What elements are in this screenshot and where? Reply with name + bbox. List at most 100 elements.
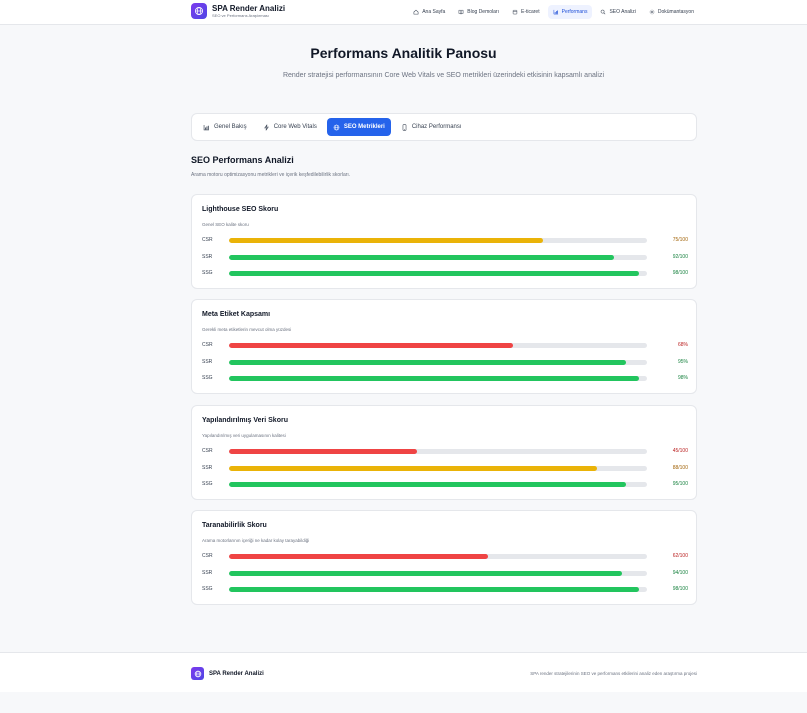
tab-core-web-vitals[interactable]: Core Web Vitals bbox=[257, 118, 323, 136]
progress-track bbox=[229, 482, 647, 487]
top-navbar: SPA Render Analizi SEO ve Performans Ara… bbox=[0, 0, 807, 25]
nav-item-performance[interactable]: Performans bbox=[547, 5, 593, 19]
metric-card: Meta Etiket Kapsamı Gerekli meta etiketle… bbox=[191, 299, 697, 394]
row-label: SSR bbox=[202, 359, 213, 365]
row-value: 75/100 bbox=[672, 237, 688, 243]
nav-item-seo[interactable]: SEO Analizi bbox=[595, 5, 640, 19]
metric-row: CSR 62/100 bbox=[202, 552, 688, 560]
search-icon bbox=[601, 9, 606, 15]
globe-icon bbox=[191, 667, 204, 680]
progress-track bbox=[229, 255, 647, 260]
metric-row: SSG 98/100 bbox=[202, 585, 688, 593]
brand-title: SPA Render Analizi bbox=[212, 3, 286, 13]
footer: SPA Render Analizi SPA render stratejile… bbox=[0, 652, 807, 692]
metric-card: Taranabilirlik Skoru Arama motorlarının i… bbox=[191, 510, 697, 605]
lightning-icon bbox=[263, 124, 269, 130]
nav-item-label: SEO Analizi bbox=[609, 9, 636, 15]
progress-track bbox=[229, 466, 647, 471]
metric-row: SSR 94/100 bbox=[202, 569, 688, 577]
metric-row: SSR 88/100 bbox=[202, 464, 688, 472]
card-title: Meta Etiket Kapsamı bbox=[202, 311, 271, 318]
card-description: Gerekli meta etiketlerin mevcut olma yüz… bbox=[202, 327, 292, 332]
section-title: SEO Performans Analizi bbox=[191, 155, 294, 165]
progress-track bbox=[229, 376, 647, 381]
progress-fill bbox=[229, 343, 514, 348]
progress-track bbox=[229, 449, 647, 454]
brand-subtitle: SEO ve Performans Araştırması bbox=[212, 12, 269, 18]
nav-item-home[interactable]: Ana Sayfa bbox=[408, 5, 450, 19]
card-description: Yapılandırılmış veri uygulamasının kalit… bbox=[202, 433, 286, 438]
section-description: Arama motoru optimizasyonu metrikleri ve… bbox=[191, 172, 351, 178]
card-title: Taranabilirlik Skoru bbox=[202, 522, 267, 529]
tab-bar: Genel Bakış Core Web Vitals SEO Metrikle… bbox=[191, 113, 697, 141]
tab-label: Genel Bakış bbox=[214, 124, 247, 130]
progress-fill bbox=[229, 449, 418, 454]
nav-item-label: Performans bbox=[561, 9, 588, 15]
metric-card: Lighthouse SEO Skoru Genel SEO kalite sko… bbox=[191, 194, 697, 289]
row-value: 88/100 bbox=[672, 465, 688, 471]
progress-track bbox=[229, 343, 647, 348]
row-label: SSG bbox=[202, 270, 213, 276]
progress-fill bbox=[229, 466, 597, 471]
row-label: SSR bbox=[202, 570, 213, 576]
bar-chart-icon bbox=[203, 124, 209, 130]
row-value: 68% bbox=[677, 342, 688, 348]
store-icon bbox=[512, 9, 518, 15]
row-value: 62/100 bbox=[672, 553, 688, 559]
nav-item-docs[interactable]: Dokümantasyon bbox=[644, 5, 699, 19]
tab-label: SEO Metrikleri bbox=[343, 124, 385, 130]
metric-row: SSG 95/100 bbox=[202, 480, 688, 488]
mobile-icon bbox=[402, 123, 407, 131]
metric-row: SSG 98% bbox=[202, 374, 688, 382]
progress-fill bbox=[229, 360, 627, 365]
progress-fill bbox=[229, 571, 622, 576]
globe-icon bbox=[191, 3, 207, 19]
main-nav: Ana Sayfa Blog Demoları E-ticaret Perfor… bbox=[408, 5, 699, 19]
progress-fill bbox=[229, 587, 639, 592]
tab-label: Cihaz Performansı bbox=[411, 124, 462, 130]
nav-item-blog[interactable]: Blog Demoları bbox=[453, 5, 504, 19]
row-label: CSR bbox=[202, 237, 213, 243]
footer-brand[interactable]: SPA Render Analizi bbox=[191, 667, 264, 680]
progress-track bbox=[229, 554, 647, 559]
nav-item-label: Blog Demoları bbox=[467, 9, 499, 15]
row-label: SSG bbox=[202, 586, 213, 592]
metric-row: CSR 45/100 bbox=[202, 447, 688, 455]
row-value: 98/100 bbox=[672, 270, 688, 276]
tab-device-performance[interactable]: Cihaz Performansı bbox=[395, 118, 468, 136]
chart-icon bbox=[553, 9, 558, 15]
row-label: CSR bbox=[202, 553, 213, 559]
progress-track bbox=[229, 360, 647, 365]
nav-item-label: Dokümantasyon bbox=[657, 9, 694, 15]
row-label: SSG bbox=[202, 481, 213, 487]
footer-description: SPA render stratejilerinin SEO ve perfor… bbox=[530, 671, 697, 676]
footer-title: SPA Render Analizi bbox=[209, 670, 264, 677]
card-description: Arama motorlarının içeriği ne kadar kola… bbox=[202, 538, 310, 543]
nav-item-label: E-ticaret bbox=[520, 9, 540, 15]
page-subtitle: Render stratejisi performansının Core We… bbox=[282, 72, 605, 79]
nav-item-label: Ana Sayfa bbox=[422, 9, 446, 15]
card-title: Lighthouse SEO Skoru bbox=[202, 206, 279, 213]
row-label: CSR bbox=[202, 342, 213, 348]
metric-card: Yapılandırılmış Veri Skoru Yapılandırılmı… bbox=[191, 405, 697, 500]
row-label: SSR bbox=[202, 465, 213, 471]
tab-overview[interactable]: Genel Bakış bbox=[197, 118, 253, 136]
row-value: 98% bbox=[677, 375, 688, 381]
row-label: CSR bbox=[202, 448, 213, 454]
row-value: 94/100 bbox=[672, 570, 688, 576]
card-title: Yapılandırılmış Veri Skoru bbox=[202, 417, 288, 424]
row-label: SSG bbox=[202, 375, 213, 381]
metric-row: SSG 98/100 bbox=[202, 269, 688, 277]
nav-item-ecommerce[interactable]: E-ticaret bbox=[507, 5, 545, 19]
brand[interactable]: SPA Render Analizi SEO ve Performans Ara… bbox=[191, 3, 285, 19]
progress-fill bbox=[229, 554, 489, 559]
progress-track bbox=[229, 238, 647, 243]
card-description: Genel SEO kalite skoru bbox=[202, 222, 249, 227]
gear-icon bbox=[649, 9, 655, 15]
tab-seo-metrics[interactable]: SEO Metrikleri bbox=[326, 118, 391, 136]
progress-fill bbox=[229, 376, 639, 381]
row-value: 95/100 bbox=[672, 481, 688, 487]
progress-fill bbox=[229, 271, 639, 276]
tab-label: Core Web Vitals bbox=[273, 124, 317, 130]
progress-fill bbox=[229, 238, 543, 243]
